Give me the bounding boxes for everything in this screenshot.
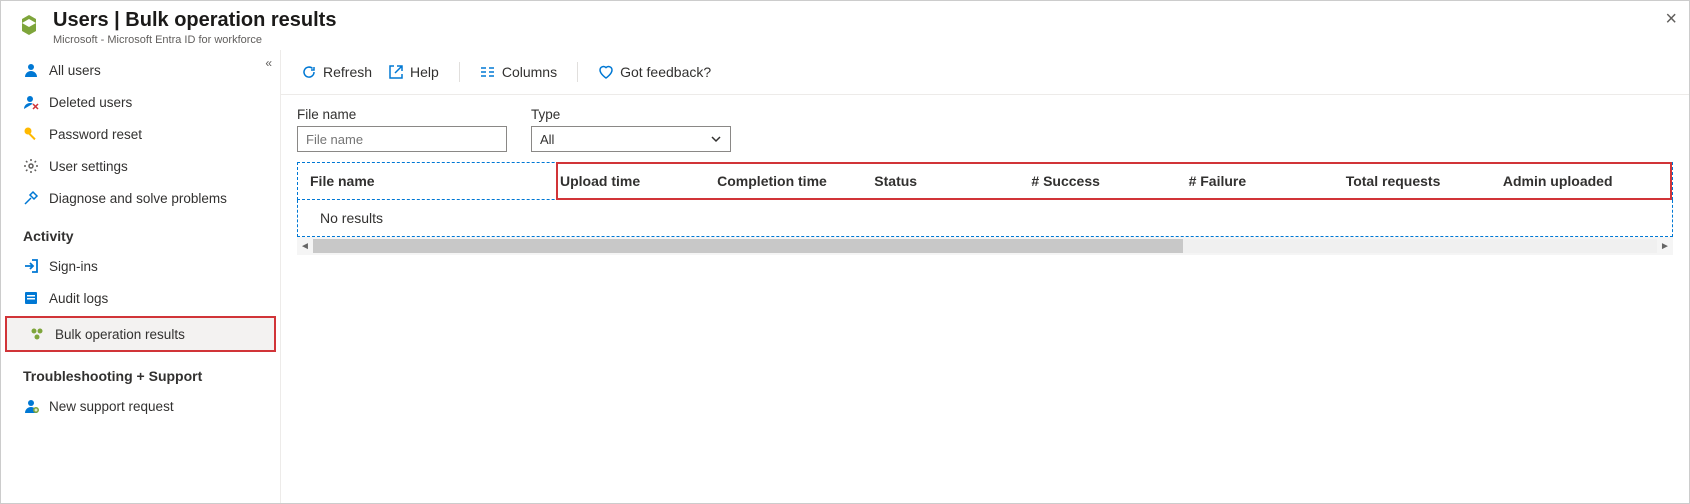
sidebar-item-label: Sign-ins (49, 259, 98, 274)
table-body: No results (297, 200, 1673, 237)
sidebar-item-label: New support request (49, 399, 174, 414)
title-bar: Users | Bulk operation results Microsoft… (1, 1, 1689, 50)
sidebar-item-all-users[interactable]: All users (1, 54, 280, 86)
sidebar-item-user-settings[interactable]: User settings (1, 150, 280, 182)
sidebar-item-label: Deleted users (49, 95, 132, 110)
close-icon[interactable]: × (1665, 9, 1677, 29)
help-button[interactable]: Help (384, 60, 443, 84)
columns-icon (480, 64, 496, 80)
filename-input[interactable] (297, 126, 507, 152)
heart-icon (598, 64, 614, 80)
collapse-sidebar-icon[interactable]: « (265, 56, 272, 70)
columns-button[interactable]: Columns (476, 60, 561, 84)
no-results-text: No results (298, 200, 1672, 236)
col-header-status[interactable]: Status (874, 173, 1031, 189)
filename-filter-label: File name (297, 107, 507, 122)
sidebar-item-sign-ins[interactable]: Sign-ins (1, 250, 280, 282)
type-filter-label: Type (531, 107, 731, 122)
key-icon (23, 126, 39, 142)
col-header-filename[interactable]: File name (310, 173, 560, 189)
sidebar-section-activity: Activity (1, 214, 280, 250)
sidebar: « All users Deleted users Password reset (1, 50, 281, 503)
col-header-adminuploaded[interactable]: Admin uploaded (1503, 173, 1660, 189)
scroll-left-icon[interactable]: ◄ (297, 241, 313, 252)
sidebar-item-support-request[interactable]: New support request (1, 390, 280, 422)
filter-bar: File name Type All (281, 95, 1689, 162)
external-link-icon (388, 64, 404, 80)
user-deleted-icon (23, 94, 39, 110)
command-bar: Refresh Help Columns Got feedback? (281, 50, 1689, 95)
logs-icon (23, 290, 39, 306)
main-content: Refresh Help Columns Got feedback? (281, 50, 1689, 503)
cmd-label: Help (410, 64, 439, 80)
tools-icon (23, 190, 39, 206)
cmd-label: Columns (502, 64, 557, 80)
sidebar-item-password-reset[interactable]: Password reset (1, 118, 280, 150)
sidebar-item-deleted-users[interactable]: Deleted users (1, 86, 280, 118)
page-subtitle: Microsoft - Microsoft Entra ID for workf… (53, 34, 336, 46)
col-header-totalrequests[interactable]: Total requests (1346, 173, 1503, 189)
cmd-label: Got feedback? (620, 64, 711, 80)
scroll-thumb[interactable] (313, 239, 1183, 253)
scroll-right-icon[interactable]: ► (1657, 241, 1673, 252)
feedback-button[interactable]: Got feedback? (594, 60, 715, 84)
cmd-label: Refresh (323, 64, 372, 80)
type-select[interactable]: All (531, 126, 731, 152)
horizontal-scrollbar[interactable]: ◄ ► (297, 237, 1673, 255)
sidebar-item-label: Diagnose and solve problems (49, 191, 227, 206)
col-header-failure[interactable]: # Failure (1189, 173, 1346, 189)
bulk-icon (29, 326, 45, 342)
results-table: File name Upload time Completion time St… (281, 162, 1689, 255)
sidebar-item-label: Password reset (49, 127, 142, 142)
col-header-completiontime[interactable]: Completion time (717, 173, 874, 189)
col-header-success[interactable]: # Success (1031, 173, 1188, 189)
separator (577, 62, 578, 82)
col-header-uploadtime[interactable]: Upload time (560, 173, 717, 189)
refresh-button[interactable]: Refresh (297, 60, 376, 84)
sidebar-section-troubleshooting: Troubleshooting + Support (1, 354, 280, 390)
table-header-row: File name Upload time Completion time St… (297, 162, 1673, 200)
sidebar-item-diagnose[interactable]: Diagnose and solve problems (1, 182, 280, 214)
sidebar-item-label: Audit logs (49, 291, 108, 306)
page-title: Users | Bulk operation results (53, 9, 336, 32)
sidebar-item-bulk-operation-results[interactable]: Bulk operation results (5, 316, 276, 352)
signin-icon (23, 258, 39, 274)
app-icon (17, 13, 41, 37)
chevron-down-icon (710, 133, 722, 145)
window: Users | Bulk operation results Microsoft… (0, 0, 1690, 504)
type-select-value: All (540, 132, 554, 147)
sidebar-item-label: User settings (49, 159, 128, 174)
sidebar-item-label: All users (49, 63, 101, 78)
user-icon (23, 62, 39, 78)
refresh-icon (301, 64, 317, 80)
sidebar-item-audit-logs[interactable]: Audit logs (1, 282, 280, 314)
separator (459, 62, 460, 82)
sidebar-item-label: Bulk operation results (55, 327, 185, 342)
scroll-track[interactable] (313, 239, 1657, 253)
support-icon (23, 398, 39, 414)
gear-icon (23, 158, 39, 174)
